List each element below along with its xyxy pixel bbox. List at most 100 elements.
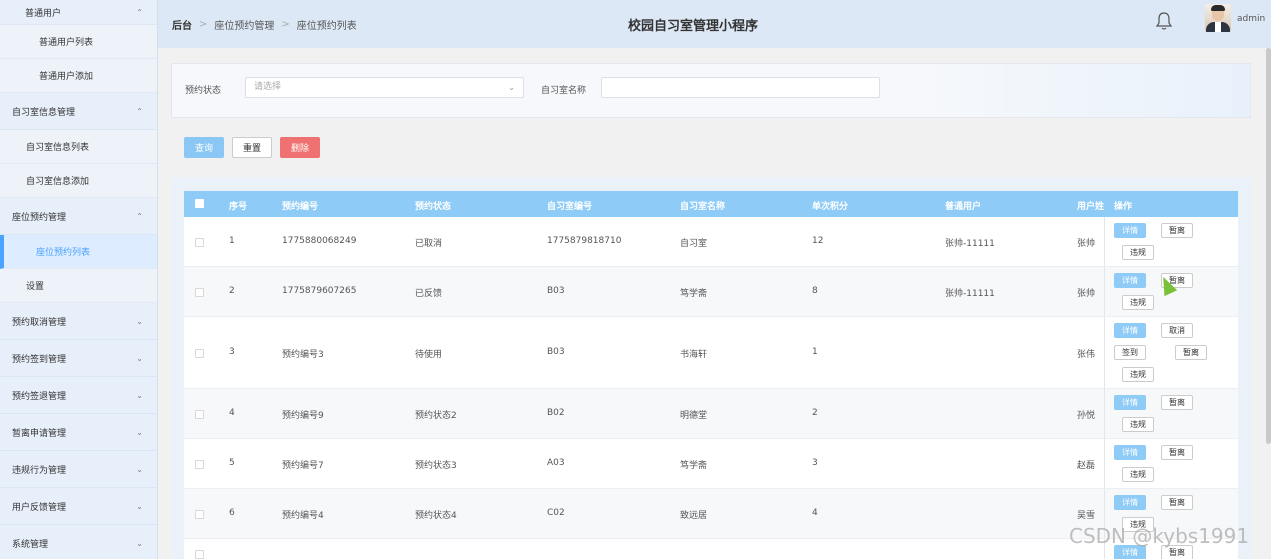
table-row[interactable]: 5 预约编号7 预约状态3 A03 笃学斋 3 赵磊 详情 暂离 违规	[184, 439, 1238, 489]
action-button-1[interactable]: 取消	[1161, 323, 1193, 338]
table-header: 序号 预约编号 预约状态 自习室编号 自习室名称 单次积分 普通用户 用户姓 操作	[184, 191, 1238, 217]
sidebar-group-label: 预约签到管理	[12, 354, 67, 365]
watermark: CSDN @kybs1991	[1069, 524, 1250, 548]
sidebar-item-0-0[interactable]: 普通用户列表	[0, 25, 157, 59]
column-header-4[interactable]: 自习室名称	[680, 199, 725, 212]
cell-code: 预约编号4	[282, 511, 324, 521]
chevron-down-icon: ⌄	[136, 501, 143, 511]
sidebar-group-label: 座位预约管理	[12, 212, 67, 223]
cell-user: 张帅-11111	[945, 239, 995, 249]
cell-room_name: 笃学斋	[680, 461, 708, 471]
cell-room_code: C02	[547, 508, 565, 518]
cell-room_name: 笃学斋	[680, 289, 708, 299]
column-header-5[interactable]: 单次积分	[812, 199, 848, 212]
cell-user: 张帅-11111	[945, 289, 995, 299]
row-checkbox[interactable]	[195, 349, 204, 358]
bell-icon[interactable]	[1155, 11, 1173, 31]
action-button-2[interactable]: 违规	[1122, 295, 1154, 310]
action-button-0[interactable]: 详情	[1114, 395, 1146, 410]
sidebar-group-label: 预约签退管理	[12, 391, 67, 402]
cell-points: 12	[812, 236, 824, 246]
breadcrumb-separator-icon: >	[199, 19, 208, 30]
actions-cell: 详情 取消 签到 暂离违规	[1104, 317, 1238, 388]
column-header-3[interactable]: 自习室编号	[547, 199, 592, 212]
sidebar-group-4[interactable]: 预约签到管理 ⌄	[0, 340, 157, 377]
select-all-checkbox[interactable]	[195, 199, 204, 208]
cell-points: 4	[812, 508, 818, 518]
row-checkbox[interactable]	[195, 510, 204, 519]
cell-points: 8	[812, 286, 818, 296]
sidebar-item-2-1[interactable]: 设置	[0, 269, 157, 303]
action-button-0[interactable]: 详情	[1114, 495, 1146, 510]
column-header-8[interactable]: 操作	[1114, 199, 1132, 212]
action-button-0[interactable]: 详情	[1114, 273, 1146, 288]
sidebar-item-1-0[interactable]: 自习室信息列表	[0, 130, 157, 164]
sidebar-group-8[interactable]: 用户反馈管理 ⌄	[0, 488, 157, 525]
sidebar-group-5[interactable]: 预约签退管理 ⌄	[0, 377, 157, 414]
sidebar-item-0-1[interactable]: 普通用户添加	[0, 59, 157, 93]
sidebar-item-2-0[interactable]: 座位预约列表	[0, 235, 157, 269]
action-button-2[interactable]: 违规	[1122, 467, 1154, 482]
sidebar-group-7[interactable]: 违规行为管理 ⌄	[0, 451, 157, 488]
breadcrumb-home[interactable]: 后台	[172, 17, 192, 32]
table-row[interactable]: 1 1775880068249 已取消 1775879818710 自习室 12 张帅-11…	[184, 217, 1238, 267]
status-select[interactable]: 请选择 ⌄	[245, 77, 524, 98]
sidebar-group-0[interactable]: 普通用户 ⌃	[0, 0, 157, 25]
column-header-1[interactable]: 预约编号	[282, 199, 318, 212]
action-button-2[interactable]: 签到	[1114, 345, 1146, 360]
breadcrumb-section[interactable]: 座位预约管理	[214, 17, 274, 32]
breadcrumb-current: 座位预约列表	[296, 21, 357, 32]
action-button-0[interactable]: 详情	[1114, 445, 1146, 460]
cell-name: 张帅	[1077, 239, 1096, 249]
avatar[interactable]	[1205, 4, 1231, 32]
user-name[interactable]: admin	[1237, 14, 1265, 24]
cell-idx: 1	[229, 236, 235, 246]
table-row[interactable]: 4 预约编号9 预约状态2 B02 明德堂 2 孙悦 详情 暂离 违规	[184, 389, 1238, 439]
reset-button[interactable]: 重置	[232, 137, 272, 158]
delete-button[interactable]: 删除	[280, 137, 320, 158]
sidebar-item-1-1[interactable]: 自习室信息添加	[0, 164, 157, 198]
cell-room_code: 1775879818710	[547, 236, 622, 246]
action-button-3[interactable]: 暂离	[1175, 345, 1207, 360]
column-header-0[interactable]: 序号	[229, 199, 247, 212]
action-button-0[interactable]: 详情	[1114, 223, 1146, 238]
row-checkbox[interactable]	[195, 460, 204, 469]
sidebar-group-2[interactable]: 座位预约管理 ⌃	[0, 198, 157, 235]
column-header-7[interactable]: 用户姓	[1077, 199, 1104, 212]
row-checkbox[interactable]	[195, 238, 204, 247]
cell-name: 张伟	[1077, 350, 1096, 360]
action-button-1[interactable]: 暂离	[1161, 223, 1193, 238]
sidebar-group-6[interactable]: 暂离申请管理 ⌄	[0, 414, 157, 451]
row-checkbox[interactable]	[195, 550, 204, 559]
action-button-4[interactable]: 违规	[1122, 367, 1154, 382]
sidebar-group-label: 暂离申请管理	[12, 428, 67, 439]
action-button-0[interactable]: 详情	[1114, 323, 1146, 338]
cell-name: 张帅	[1077, 289, 1096, 299]
row-checkbox[interactable]	[195, 288, 204, 297]
actions-cell: 详情 暂离 违规	[1104, 217, 1238, 266]
room-name-input[interactable]	[601, 77, 880, 98]
page-scrollbar[interactable]	[1266, 48, 1271, 444]
column-header-2[interactable]: 预约状态	[415, 199, 451, 212]
chevron-up-icon: ⌃	[136, 106, 143, 116]
row-checkbox[interactable]	[195, 410, 204, 419]
column-header-6[interactable]: 普通用户	[945, 199, 981, 212]
status-filter-label: 预约状态	[185, 86, 222, 96]
sidebar-group-9[interactable]: 系统管理 ⌄	[0, 525, 157, 559]
cell-status: 预约状态3	[415, 461, 457, 471]
sidebar-group-1[interactable]: 自习室信息管理 ⌃	[0, 93, 157, 130]
chevron-down-icon: ⌄	[136, 538, 143, 548]
table-row[interactable]: 3 预约编号3 待使用 B03 书海轩 1 张伟 详情 取消 签到 暂离 违规	[184, 317, 1238, 389]
action-button-2[interactable]: 违规	[1122, 245, 1154, 260]
cell-room_name: 书海轩	[680, 350, 708, 360]
query-button[interactable]: 查询	[184, 137, 224, 158]
action-button-1[interactable]: 暂离	[1161, 395, 1193, 410]
action-button-1[interactable]: 暂离	[1161, 445, 1193, 460]
sidebar-group-label: 系统管理	[12, 539, 49, 550]
action-button-1[interactable]: 暂离	[1161, 495, 1193, 510]
sidebar-group-3[interactable]: 预约取消管理 ⌄	[0, 303, 157, 340]
table-row[interactable]: 2 1775879607265 已反馈 B03 笃学斋 8 张帅-11111 张帅 详情 暂离 违规	[184, 267, 1238, 317]
chevron-down-icon: ⌄	[136, 427, 143, 437]
action-button-2[interactable]: 违规	[1122, 417, 1154, 432]
cell-status: 已取消	[415, 239, 443, 249]
